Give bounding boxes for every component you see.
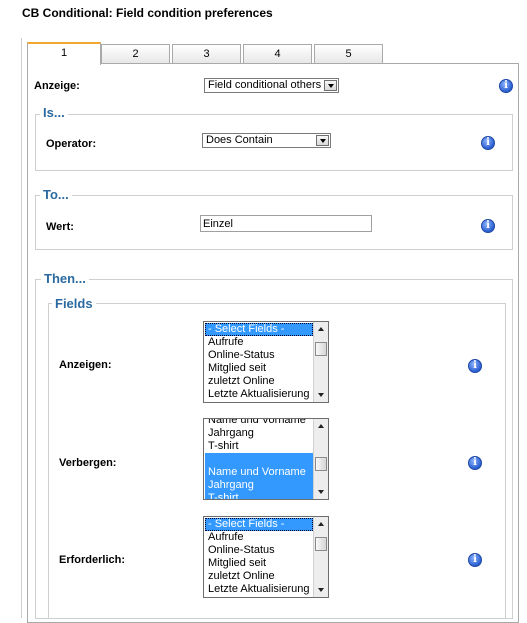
list-item[interactable]: [205, 453, 313, 466]
scrollbar[interactable]: [313, 322, 328, 402]
anzeige-select[interactable]: Field conditional others: [204, 78, 339, 93]
anzeigen-listbox[interactable]: - Select Fields - Aufrufe Online-Status …: [203, 321, 329, 403]
page-title: CB Conditional: Field condition preferen…: [22, 6, 273, 20]
list-item[interactable]: zuletzt Online: [205, 375, 313, 388]
scroll-down-icon[interactable]: [315, 584, 327, 596]
anzeige-select-value: Field conditional others: [208, 79, 322, 91]
operator-label: Operator:: [46, 138, 97, 150]
list-item[interactable]: Letzte Aktualisierung: [205, 583, 313, 596]
list-item[interactable]: Mitglied seit: [205, 362, 313, 375]
anzeigen-label: Anzeigen:: [59, 359, 112, 371]
list-item[interactable]: Aufrufe: [205, 531, 313, 544]
tab-3[interactable]: 3: [172, 44, 241, 64]
list-item[interactable]: Online-Status: [205, 544, 313, 557]
wert-input[interactable]: [200, 215, 372, 232]
fields-legend: Fields: [52, 296, 96, 311]
info-icon[interactable]: i: [499, 79, 513, 93]
chevron-down-icon[interactable]: [316, 135, 329, 146]
is-legend: Is...: [40, 105, 68, 120]
scroll-thumb[interactable]: [315, 457, 327, 471]
list-item[interactable]: Jahrgang: [205, 479, 313, 492]
list-item[interactable]: Online-Status: [205, 349, 313, 362]
list-item[interactable]: T-shirt: [205, 440, 313, 453]
list-item[interactable]: zuletzt Online: [205, 570, 313, 583]
scroll-up-icon[interactable]: [315, 518, 327, 530]
info-icon[interactable]: i: [468, 359, 482, 373]
operator-select[interactable]: Does Contain: [202, 133, 331, 148]
list-item[interactable]: - Select Fields -: [205, 518, 313, 531]
tab-4[interactable]: 4: [243, 44, 312, 64]
scroll-thumb[interactable]: [315, 537, 327, 551]
info-icon[interactable]: i: [468, 456, 482, 470]
list-item[interactable]: Name und Vorname: [205, 466, 313, 479]
operator-select-value: Does Contain: [206, 134, 273, 146]
to-legend: To...: [40, 187, 72, 202]
scrollbar[interactable]: [313, 419, 328, 499]
anzeige-label: Anzeige:: [34, 80, 80, 92]
info-icon[interactable]: i: [481, 219, 495, 233]
list-item[interactable]: Letzte Aktualisierung: [205, 388, 313, 401]
list-item[interactable]: Mitglied seit: [205, 557, 313, 570]
tab-5[interactable]: 5: [314, 44, 383, 64]
scroll-thumb[interactable]: [315, 342, 327, 356]
tab-2[interactable]: 2: [101, 44, 170, 64]
info-icon[interactable]: i: [468, 553, 482, 567]
list-item[interactable]: T-shirt: [205, 492, 313, 499]
list-item[interactable]: Aufrufe: [205, 336, 313, 349]
list-item[interactable]: - Select Fields -: [205, 323, 313, 336]
scroll-down-icon[interactable]: [315, 486, 327, 498]
verbergen-listbox[interactable]: Name und Vorname Jahrgang T-shirt Name u…: [203, 418, 329, 500]
erforderlich-label: Erforderlich:: [59, 554, 126, 566]
list-item[interactable]: Jahrgang: [205, 427, 313, 440]
scroll-down-icon[interactable]: [315, 389, 327, 401]
list-item[interactable]: Name und Vorname: [205, 419, 313, 427]
then-legend: Then...: [41, 271, 89, 286]
scroll-up-icon[interactable]: [315, 323, 327, 335]
chevron-down-icon[interactable]: [324, 80, 337, 91]
tab-1[interactable]: 1: [27, 42, 101, 65]
verbergen-label: Verbergen:: [59, 457, 117, 469]
erforderlich-listbox[interactable]: - Select Fields - Aufrufe Online-Status …: [203, 516, 329, 598]
wert-label: Wert:: [46, 221, 74, 233]
scroll-up-icon[interactable]: [315, 420, 327, 432]
scrollbar[interactable]: [313, 517, 328, 597]
info-icon[interactable]: i: [481, 136, 495, 150]
